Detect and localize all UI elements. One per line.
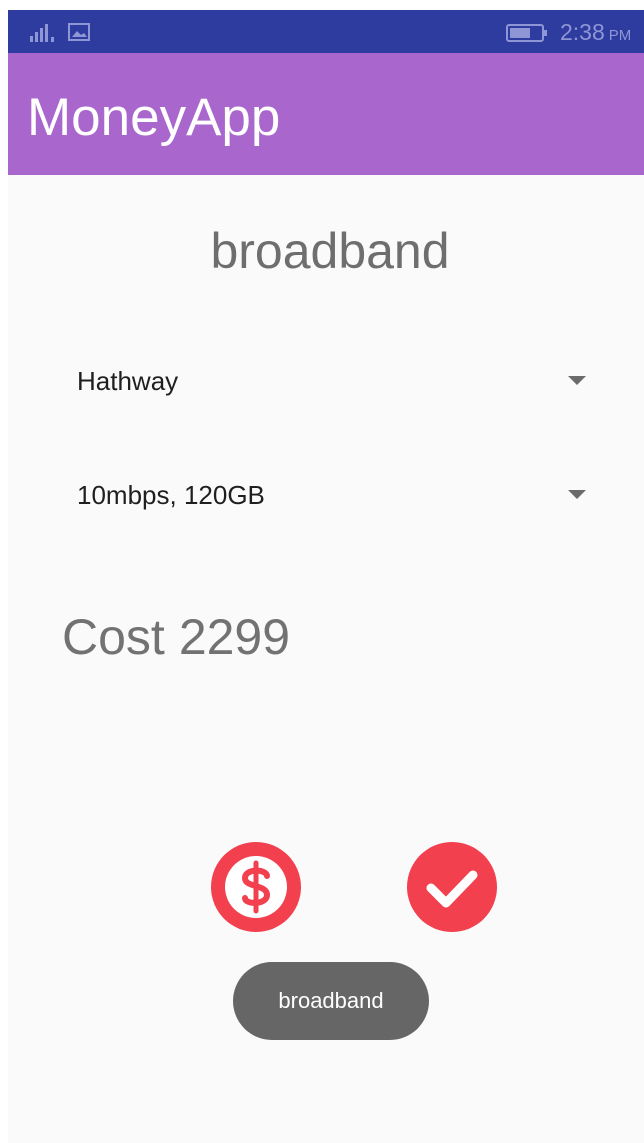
dropdown-arrow-icon <box>568 376 586 385</box>
status-bar: 2:38 PM <box>8 10 644 53</box>
app-bar: MoneyApp <box>8 53 644 175</box>
pay-button[interactable] <box>211 842 301 932</box>
battery-icon <box>506 24 548 42</box>
toast-message: broadband <box>233 962 429 1040</box>
toast-text: broadband <box>278 988 384 1013</box>
app-screen: 2:38 PM MoneyApp broadband Hathway 10mbps… <box>8 10 644 1143</box>
plan-spinner-value: 10mbps, 120GB <box>77 480 265 510</box>
provider-spinner-value: Hathway <box>77 366 179 396</box>
category-title: broadband <box>210 223 450 279</box>
dropdown-arrow-icon <box>568 490 586 499</box>
status-time: 2:38 PM <box>560 19 631 46</box>
app-title: MoneyApp <box>27 88 281 147</box>
provider-spinner[interactable]: Hathway <box>68 350 598 410</box>
cost-label: Cost <box>62 609 165 665</box>
cost-display: Cost 2299 <box>62 608 290 666</box>
plan-spinner[interactable]: 10mbps, 120GB <box>68 464 598 524</box>
confirm-button[interactable] <box>407 842 497 932</box>
image-icon <box>68 23 90 41</box>
status-time-ampm: PM <box>608 27 632 44</box>
status-time-value: 2:38 <box>560 19 605 45</box>
cost-value: 2299 <box>178 609 291 665</box>
signal-icon <box>30 24 56 42</box>
